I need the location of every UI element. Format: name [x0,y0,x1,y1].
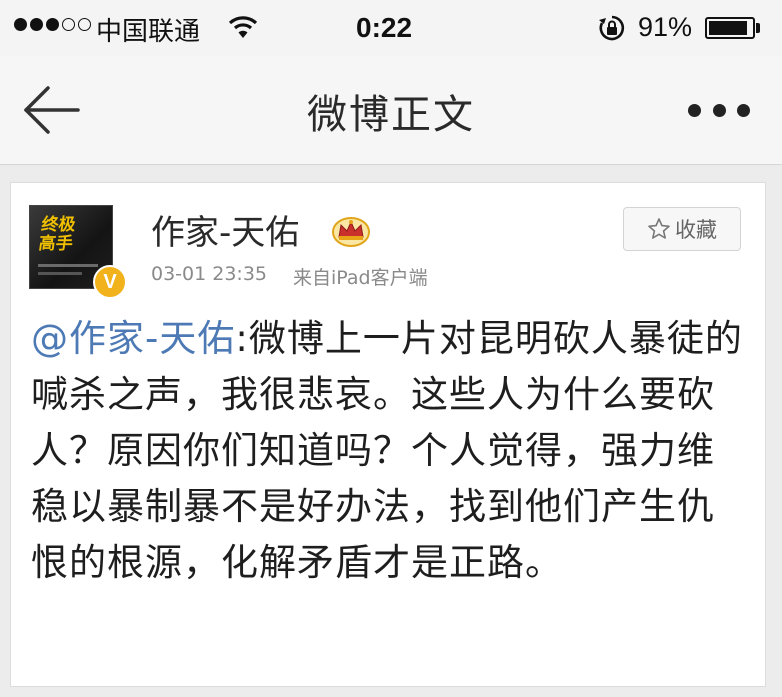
clock-time: 0:22 [356,12,413,43]
weibo-post-card: 终极 高手 V 作家-天佑 03-01 23:35 来自iPad客户端 收藏 @作… [10,182,766,687]
post-timestamp: 03-01 23:35 [151,263,268,285]
more-dots-icon [688,103,701,117]
verified-badge: V [93,265,127,299]
favorite-label: 收藏 [675,218,717,242]
author-name[interactable]: 作家-天佑 [151,205,299,254]
battery-percentage: 91% [638,12,693,42]
avatar-artwork-text: 终极 高手 [37,215,77,254]
crown-icon [331,213,371,251]
signal-strength-icon [14,18,91,31]
favorite-button[interactable]: 收藏 [623,207,741,251]
status-bar: 中国联通 0:22 91% [0,0,782,56]
wifi-icon [228,14,258,47]
page-title: 微博正文 [307,92,475,138]
battery-tip [756,23,760,33]
star-icon [648,218,670,239]
mention-link[interactable]: @作家-天佑 [31,317,235,360]
post-content: @作家-天佑:微博上一片对昆明砍人暴徒的喊杀之声，我很悲哀。这些人为什么要砍人？… [31,311,751,591]
carrier-name: 中国联通 [96,17,201,47]
navigation-bar: 微博正文 [0,56,782,165]
more-options-button[interactable] [688,90,750,130]
rotation-lock-icon [598,14,626,49]
post-source: 来自iPad客户端 [293,267,428,289]
battery-icon [705,17,755,39]
